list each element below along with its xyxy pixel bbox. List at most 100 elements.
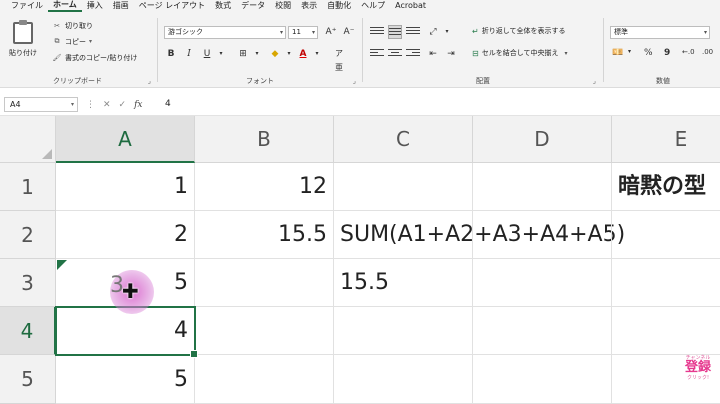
column-header-b[interactable]: B (195, 116, 334, 163)
column-header-e[interactable]: E (612, 116, 720, 163)
tab-automate[interactable]: 自動化 (322, 0, 356, 12)
currency-icon[interactable]: 💴 (612, 48, 623, 58)
row-header-3[interactable]: 3 (0, 259, 56, 307)
formula-input[interactable]: 4 (165, 97, 171, 112)
cell-e3[interactable] (612, 259, 720, 307)
row-header-5[interactable]: 5 (0, 355, 56, 404)
font-color-button[interactable]: A (296, 47, 310, 61)
percent-button[interactable]: % (644, 48, 653, 58)
align-middle-icon[interactable] (388, 25, 402, 39)
cell-d5[interactable] (473, 355, 612, 404)
cell-a4[interactable]: 4 (56, 307, 195, 355)
cell-b4[interactable] (195, 307, 334, 355)
align-right-icon[interactable] (406, 47, 420, 61)
number-format-select[interactable]: 標準 ▾ (610, 26, 710, 39)
tab-draw[interactable]: 描画 (108, 0, 134, 12)
row-header-1[interactable]: 1 (0, 163, 56, 211)
cancel-icon[interactable]: ✕ (103, 100, 111, 110)
fill-color-icon[interactable]: ◆ (268, 47, 282, 61)
row-header-4[interactable]: 4 (0, 307, 56, 355)
cut-button[interactable]: ✂ 切り取り (52, 20, 93, 31)
enter-icon[interactable]: ✓ (119, 100, 127, 110)
cell-b5[interactable] (195, 355, 334, 404)
row-header-2[interactable]: 2 (0, 211, 56, 259)
increase-font-icon[interactable]: A⁺ (324, 25, 338, 39)
cell-c1[interactable] (334, 163, 473, 211)
more-icon[interactable]: ⋮ (86, 100, 95, 110)
underline-button[interactable]: U (200, 47, 214, 61)
cell-d3[interactable] (473, 259, 612, 307)
cell-c4[interactable] (334, 307, 473, 355)
insert-function-button[interactable]: fx (134, 100, 142, 110)
increase-indent-icon[interactable]: ⇥ (444, 47, 458, 61)
decrease-decimal-icon[interactable]: .00 (702, 48, 713, 56)
align-center-icon[interactable] (388, 47, 402, 61)
cell-a5[interactable]: 5 (56, 355, 195, 404)
copy-dropdown-icon[interactable]: ▾ (89, 38, 92, 45)
cell-b2[interactable]: 15.5 (195, 211, 334, 259)
cell-c3[interactable]: 15.5 (334, 259, 473, 307)
align-left-icon[interactable] (370, 47, 384, 61)
column-header-a[interactable]: A (56, 116, 195, 163)
paste-button[interactable]: 貼り付け (6, 20, 40, 66)
cell-e2[interactable] (612, 211, 720, 259)
select-all-button[interactable] (0, 116, 56, 163)
cell-a1[interactable]: 1 (56, 163, 195, 211)
tab-page-layout[interactable]: ページ レイアウト (134, 0, 210, 12)
cell-e1[interactable]: 暗黙の型 (612, 163, 720, 211)
tab-view[interactable]: 表示 (296, 0, 322, 12)
chevron-down-icon[interactable]: ▾ (310, 47, 324, 61)
tab-home[interactable]: ホーム (48, 0, 82, 12)
error-indicator-icon[interactable] (57, 260, 67, 270)
cell-a2[interactable]: 2 (56, 211, 195, 259)
scissors-icon: ✂ (54, 21, 60, 30)
phonetic-icon[interactable]: ア亜 (332, 47, 346, 72)
chevron-down-icon[interactable]: ▾ (565, 50, 568, 57)
cell-b3[interactable] (195, 259, 334, 307)
wrap-text-button[interactable]: ↵ 折り返して全体を表示する (472, 26, 566, 36)
cell-c5[interactable] (334, 355, 473, 404)
chevron-down-icon[interactable]: ▾ (214, 47, 228, 61)
merge-center-button[interactable]: ⊟ セルを結合して中央揃え ▾ (472, 48, 568, 58)
decrease-indent-icon[interactable]: ⇤ (426, 47, 440, 61)
alignment-launcher-icon[interactable]: ⌟ (593, 77, 596, 85)
comma-style-button[interactable]: 9 (664, 48, 670, 58)
font-launcher-icon[interactable]: ⌟ (353, 77, 356, 85)
cell-d4[interactable] (473, 307, 612, 355)
cell-d1[interactable] (473, 163, 612, 211)
cell-select-cursor-icon: ✚ (122, 279, 139, 303)
cell-d2[interactable] (473, 211, 612, 259)
tab-acrobat[interactable]: Acrobat (390, 0, 431, 12)
chevron-down-icon[interactable]: ▾ (282, 47, 296, 61)
chevron-down-icon[interactable]: ▾ (440, 25, 454, 39)
copy-button[interactable]: ⧉ コピー ▾ (52, 36, 93, 47)
borders-icon[interactable]: ⊞ (236, 47, 250, 61)
tab-formulas[interactable]: 数式 (210, 0, 236, 12)
tab-review[interactable]: 校閲 (270, 0, 296, 12)
align-top-icon[interactable] (370, 25, 384, 39)
decrease-font-icon[interactable]: A⁻ (342, 25, 356, 39)
clipboard-launcher-icon[interactable]: ⌟ (148, 77, 151, 85)
tab-help[interactable]: ヘルプ (356, 0, 390, 12)
chevron-down-icon[interactable]: ▾ (628, 48, 631, 55)
cell-e4[interactable] (612, 307, 720, 355)
column-header-d[interactable]: D (473, 116, 612, 163)
format-painter-label: 書式のコピー/貼り付け (65, 53, 138, 62)
name-box[interactable]: A4 ▾ (4, 97, 78, 112)
increase-decimal-icon[interactable]: ←.0 (682, 48, 695, 56)
cell-b1[interactable]: 12 (195, 163, 334, 211)
tab-data[interactable]: データ (236, 0, 270, 12)
subscribe-badge[interactable]: チャンネル 登録 クリック! (680, 355, 716, 389)
tab-file[interactable]: ファイル (6, 0, 48, 12)
cell-c2[interactable]: SUM(A1+A2+A3+A4+A5) (334, 211, 625, 259)
italic-button[interactable]: I (182, 47, 196, 61)
align-bottom-icon[interactable] (406, 25, 420, 39)
orientation-icon[interactable]: ⤢ (426, 25, 440, 39)
bold-button[interactable]: B (164, 47, 178, 61)
font-size-select[interactable]: 11 ▾ (288, 26, 318, 39)
font-name-select[interactable]: 游ゴシック ▾ (164, 26, 286, 39)
column-header-c[interactable]: C (334, 116, 473, 163)
chevron-down-icon[interactable]: ▾ (250, 47, 264, 61)
format-painter-button[interactable]: 🖌 書式のコピー/貼り付け (52, 52, 138, 63)
tab-insert[interactable]: 挿入 (82, 0, 108, 12)
